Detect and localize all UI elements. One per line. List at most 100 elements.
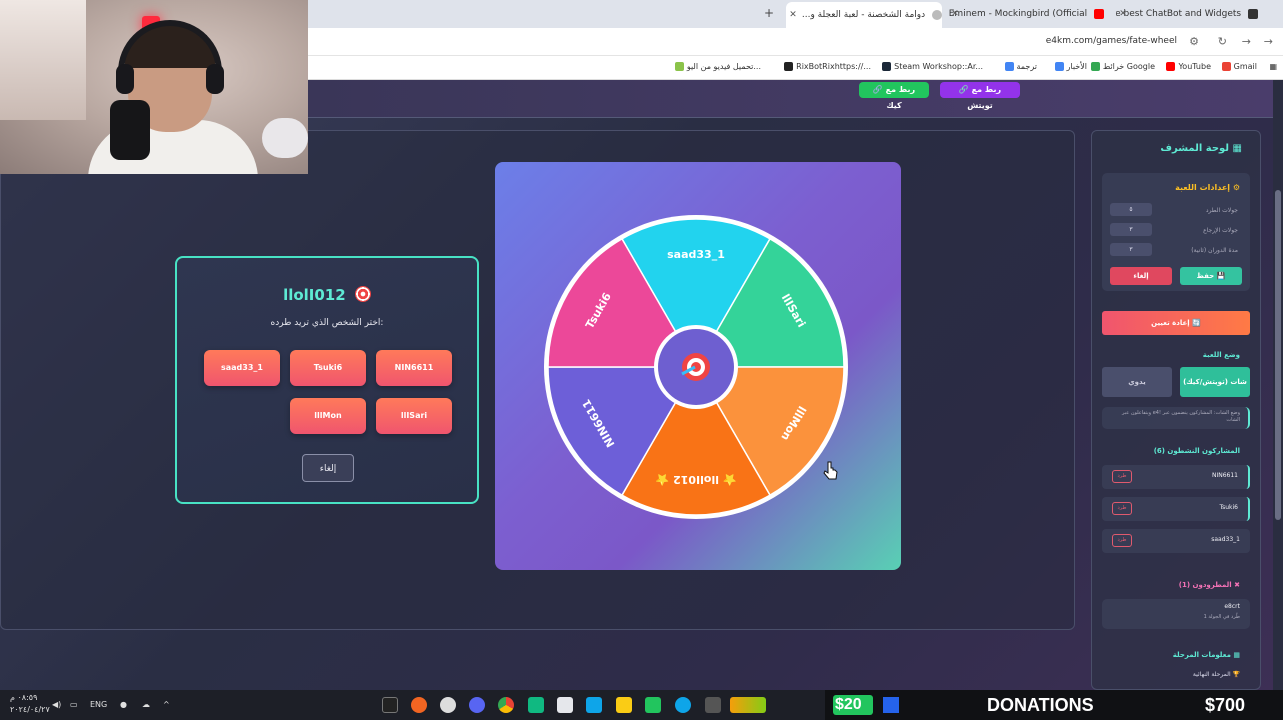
app-icon[interactable] <box>586 697 602 713</box>
forward-icon[interactable]: → <box>1242 35 1251 48</box>
connect-kick-button[interactable]: 🔗 ربط مع كيك <box>859 82 929 110</box>
manual-mode-button[interactable]: يدوي <box>1102 367 1172 397</box>
setting-input[interactable]: ٥ <box>1110 203 1152 216</box>
language-indicator[interactable]: ENG <box>90 700 107 709</box>
browser-tab-fate-wheel[interactable]: دوامة الشخصنة - لعبة العجلة و... ✕ <box>786 2 942 28</box>
app-icon[interactable] <box>528 697 544 713</box>
fate-wheel[interactable]: saad33_1llISarilllMon⭐ llolI012 ⭐NIN6611… <box>541 212 851 522</box>
game-mode-title: وضع اللعبة <box>1202 351 1240 359</box>
file-explorer-icon[interactable] <box>616 697 632 713</box>
setting-label: جولات الإرجاع <box>1203 227 1238 234</box>
bookmark-google-maps[interactable]: خرائط Google <box>1090 62 1155 71</box>
eliminated-note: طُرد في الجولة 1 <box>1203 614 1240 620</box>
wheel-card: saad33_1 llISari lllMon ⭐ llolI012 ⭐ NIN6611… <box>495 162 901 570</box>
app-icon[interactable] <box>645 697 661 713</box>
new-tab-button[interactable]: + <box>764 6 774 20</box>
wheel-segment-label: ⭐ llolI012 ⭐ <box>655 473 736 486</box>
discord-icon[interactable] <box>469 697 485 713</box>
chevron-up-icon[interactable]: ^ <box>163 700 170 709</box>
edge-icon[interactable] <box>675 697 691 713</box>
close-tab-icon[interactable]: ✕ <box>948 4 962 24</box>
eliminated-title: ✖ المطرودون (1) <box>1178 581 1240 589</box>
stage-info-title: ▦ معلومات المرحلة <box>1172 651 1240 659</box>
headset-ear <box>206 64 224 94</box>
game-settings-box: ⚙ إعدادات اللعبة جولات الطرد ٥ جولات الإ… <box>1102 173 1250 291</box>
scrollbar-thumb[interactable] <box>1275 190 1281 520</box>
kick-player-button[interactable]: طرد <box>1112 470 1132 483</box>
setting-input[interactable]: ٣ <box>1110 243 1152 256</box>
browser-tab-chatbot[interactable]: The best ChatBot and Widgets ✕ <box>1116 4 1258 24</box>
chat-mode-button[interactable]: شات (تويتش/كيك) <box>1180 367 1250 397</box>
headset-ear <box>116 64 134 94</box>
bookmark-news[interactable]: الأخبار <box>1054 62 1087 71</box>
reload-icon[interactable]: ↻ <box>1218 35 1227 48</box>
address-bar: e4km.com/games/fate-wheel ⚙ ↻ → → <box>308 28 1283 56</box>
game-icon[interactable] <box>730 697 766 713</box>
origin-icon[interactable] <box>411 697 427 713</box>
eliminate-player-button[interactable]: NIN6611 <box>376 350 452 386</box>
donation-goal: $700 <box>1204 695 1245 715</box>
cancel-button[interactable]: إلغاء <box>302 454 354 482</box>
app-icon[interactable] <box>557 697 573 713</box>
bookmark-apps-icon[interactable]: ▦ <box>1269 62 1277 71</box>
bookmark-video-download[interactable]: تحميل فيديو من اليو... <box>674 62 761 71</box>
bookmark-gmail[interactable]: Gmail <box>1221 62 1257 71</box>
chart-icon: ▦ <box>1230 651 1240 659</box>
donations-label: DONATIONS <box>987 695 1094 715</box>
close-tab-icon[interactable]: ✕ <box>1116 4 1130 24</box>
steam-icon[interactable] <box>440 697 456 713</box>
page-icon <box>932 10 942 20</box>
page-scrollbar[interactable] <box>1273 80 1283 690</box>
site-settings-icon[interactable]: ⚙ <box>1189 35 1199 48</box>
top-strip: 🔗 ربط مع كيك 🔗 ربط مع تويتش <box>308 80 1273 118</box>
setting-input[interactable]: ٣ <box>1110 223 1152 236</box>
elimination-dialog: llolI012 اختر الشخص الذي تريد طرده: saad… <box>175 256 479 504</box>
close-tab-icon[interactable]: ✕ <box>786 2 800 28</box>
bookmark-steam[interactable]: Steam Workshop::Ar... <box>882 62 983 71</box>
winner-name: llolI012 <box>283 286 346 304</box>
browser-tab-bar: The best ChatBot and Widgets ✕ Eminem - … <box>308 0 1283 28</box>
network-icon[interactable]: ▭ <box>70 700 78 709</box>
reset-button[interactable]: 🔄 إعادة تعيين <box>1102 311 1250 335</box>
webcam-overlay <box>0 0 308 174</box>
bookmark-translate[interactable]: ترجمة <box>1004 62 1037 71</box>
youtube-icon <box>1166 62 1176 71</box>
eliminate-player-button[interactable]: llISari <box>376 398 452 434</box>
dialog-title: llolI012 <box>177 286 477 304</box>
chrome-icon[interactable] <box>498 697 514 713</box>
kick-player-button[interactable]: طرد <box>1112 502 1132 515</box>
player-row: Tsuki6 طرد <box>1102 497 1250 521</box>
eliminate-player-button[interactable]: lllMon <box>290 398 366 434</box>
speaker-icon[interactable]: ◀) <box>52 700 61 709</box>
eliminate-player-button[interactable]: saad33_1 <box>204 350 280 386</box>
clock-time[interactable]: ٠٨:٥٩ م <box>10 693 37 702</box>
connect-twitch-button[interactable]: 🔗 ربط مع تويتش <box>940 82 1020 110</box>
donation-current: $20 <box>835 696 862 713</box>
cancel-settings-button[interactable]: إلغاء <box>1110 267 1172 285</box>
save-button[interactable]: 💾 حفظ <box>1180 267 1242 285</box>
steam-icon <box>882 62 892 71</box>
back-icon[interactable]: → <box>1264 35 1273 48</box>
kick-player-button[interactable]: طرد <box>1112 534 1132 547</box>
epic-games-icon[interactable] <box>382 697 398 713</box>
microphone-icon[interactable]: ● <box>120 700 127 709</box>
clock-date[interactable]: ٢٠٢٤/٠٤/٢٧ <box>10 705 50 714</box>
url-field[interactable]: e4km.com/games/fate-wheel <box>1046 36 1177 46</box>
player-name: saad33_1 <box>1211 536 1240 543</box>
eliminate-player-button[interactable]: Tsuki6 <box>290 350 366 386</box>
plush-toy <box>262 118 308 158</box>
bookmark-rixbot[interactable]: RixBotRixhttps://... <box>784 62 871 71</box>
browser-tab-eminem[interactable]: Eminem - Mockingbird (Official ✕ <box>948 4 1104 24</box>
player-name: Tsuki6 <box>1219 504 1238 511</box>
bookmarks-bar: ▦ Gmail YouTube خرائط Google الأخبار ترج… <box>308 56 1283 80</box>
target-icon <box>354 286 371 302</box>
cloud-icon[interactable]: ☁ <box>142 700 150 709</box>
news-icon <box>1054 62 1064 71</box>
app-icon[interactable] <box>705 697 721 713</box>
youtube-icon <box>1094 9 1104 19</box>
translate-icon <box>1004 62 1014 71</box>
donations-widget: $20 DONATIONS $700 <box>825 690 1283 720</box>
bookmark-youtube[interactable]: YouTube <box>1166 62 1211 71</box>
download-icon <box>674 62 684 71</box>
player-row: NIN6611 طرد <box>1102 465 1250 489</box>
